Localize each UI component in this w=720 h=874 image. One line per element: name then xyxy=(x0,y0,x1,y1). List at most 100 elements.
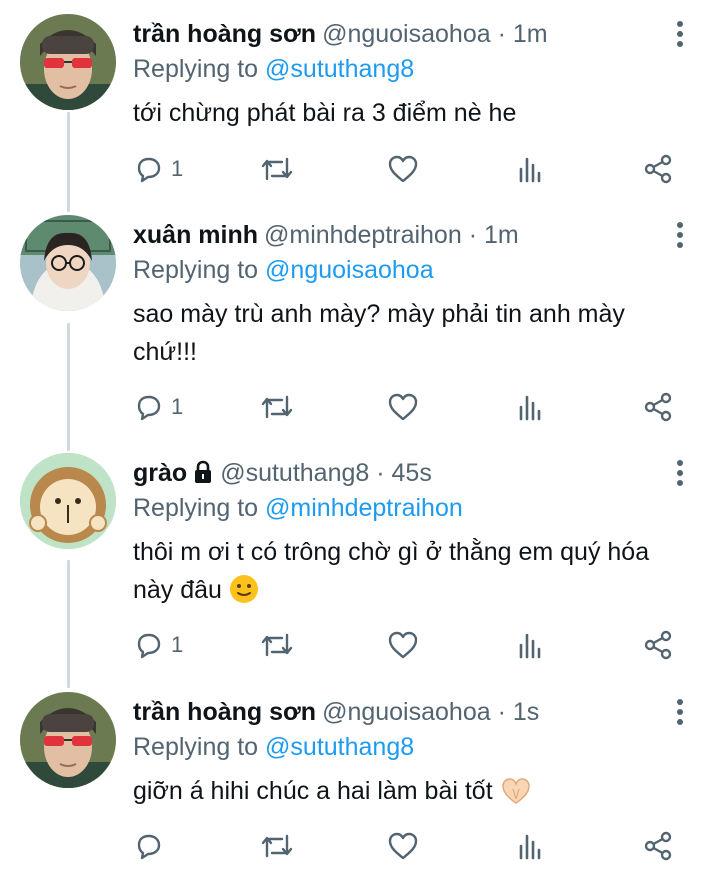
reply-icon xyxy=(137,633,161,659)
user-handle[interactable]: @nguoisaohoa xyxy=(322,698,491,726)
reply-count: 1 xyxy=(171,156,184,181)
reply-icon xyxy=(137,395,161,421)
heart-icon xyxy=(388,631,418,659)
reply-icon xyxy=(137,834,161,860)
separator: · xyxy=(497,698,506,726)
separator: · xyxy=(376,459,385,487)
replying-to: Replying to @sututhang8 xyxy=(133,729,414,765)
lock-icon xyxy=(195,460,212,483)
like-button[interactable] xyxy=(387,149,419,189)
heart-icon xyxy=(388,393,418,421)
analytics-button[interactable] xyxy=(518,149,544,189)
more-vertical-icon[interactable] xyxy=(670,457,690,489)
tweet-actions: 1 xyxy=(133,149,678,189)
replying-to: Replying to @nguoisaohoa xyxy=(133,252,434,288)
replying-label: Replying to xyxy=(133,55,266,83)
retweet-button[interactable] xyxy=(260,149,294,189)
display-name[interactable]: trần hoàng sơn xyxy=(133,20,316,48)
tweet-header: grào @sututhang8 · 45s xyxy=(133,453,660,493)
slightly-smiling-emoji-icon xyxy=(229,575,258,603)
reply-button[interactable] xyxy=(133,826,171,866)
heart-icon xyxy=(388,832,418,860)
retweet-button[interactable] xyxy=(260,826,294,866)
analytics-button[interactable] xyxy=(518,625,544,665)
share-icon xyxy=(644,630,672,660)
retweet-icon xyxy=(261,834,293,858)
tweet-text: giỡn á hihi chúc a hai làm bài tốt xyxy=(133,772,693,810)
reply-count: 1 xyxy=(171,394,184,419)
replying-handle[interactable]: @sututhang8 xyxy=(265,55,414,83)
share-button[interactable] xyxy=(643,149,673,189)
timestamp[interactable]: 1m xyxy=(484,221,519,249)
tweet-header: trần hoàng sơn @nguoisaohoa · 1m xyxy=(133,14,660,54)
analytics-icon xyxy=(519,395,541,421)
avatar[interactable] xyxy=(20,14,116,110)
tweet-text: sao mày trù anh mày? mày phải tin anh mà… xyxy=(133,295,693,371)
display-name[interactable]: xuân minh xyxy=(133,221,258,249)
retweet-button[interactable] xyxy=(260,387,294,427)
share-icon xyxy=(644,392,672,422)
retweet-icon xyxy=(261,633,293,657)
retweet-icon xyxy=(261,395,293,419)
display-name[interactable]: trần hoàng sơn xyxy=(133,698,316,726)
like-button[interactable] xyxy=(387,826,419,866)
tweet-actions: 1 xyxy=(133,625,678,665)
replying-to: Replying to @sututhang8 xyxy=(133,51,414,87)
reply-count: 1 xyxy=(171,632,184,657)
more-vertical-icon[interactable] xyxy=(670,219,690,251)
avatar[interactable] xyxy=(20,453,116,549)
more-vertical-icon[interactable] xyxy=(670,696,690,728)
avatar[interactable] xyxy=(20,215,116,311)
analytics-button[interactable] xyxy=(518,387,544,427)
reply-button[interactable]: 1 xyxy=(133,149,183,189)
retweet-icon xyxy=(261,157,293,181)
share-icon xyxy=(644,154,672,184)
separator: · xyxy=(497,20,506,48)
more-vertical-icon[interactable] xyxy=(670,18,690,50)
replying-to: Replying to @minhdeptraihon xyxy=(133,490,463,526)
tweet[interactable]: trần hoàng sơn @nguoisaohoa · 1m Replying… xyxy=(0,14,720,204)
user-handle[interactable]: @minhdeptraihon xyxy=(264,221,462,249)
tweet-header: xuân minh @minhdeptraihon · 1m xyxy=(133,215,660,255)
tweet[interactable]: trần hoàng sơn @nguoisaohoa · 1s Replying… xyxy=(0,692,720,874)
tweet-actions: 1 xyxy=(133,387,678,427)
tweet-text-line: giỡn á hihi chúc a hai làm bài tốt xyxy=(133,777,493,805)
like-button[interactable] xyxy=(387,387,419,427)
user-handle[interactable]: @nguoisaohoa xyxy=(322,20,491,48)
tweet-text: thôi m ơi t có trông chờ gì ở thằng em q… xyxy=(133,533,693,609)
replying-label: Replying to xyxy=(133,494,266,522)
timestamp[interactable]: 45s xyxy=(392,459,432,487)
tweet-text-line: chứ!!! xyxy=(133,338,197,366)
avatar[interactable] xyxy=(20,692,116,788)
share-button[interactable] xyxy=(643,387,673,427)
tweet-text: tới chừng phát bài ra 3 điểm nè he xyxy=(133,99,517,127)
replying-handle[interactable]: @sututhang8 xyxy=(265,733,414,761)
user-handle[interactable]: @sututhang8 xyxy=(220,459,369,487)
replying-label: Replying to xyxy=(133,256,266,284)
tweet[interactable]: grào @sututhang8 · 45s Replying to @minhd… xyxy=(0,453,720,673)
share-button[interactable] xyxy=(643,826,673,866)
reply-icon xyxy=(137,157,161,183)
separator: · xyxy=(468,221,478,249)
analytics-icon xyxy=(519,157,541,183)
tweet-text-line: này đâu xyxy=(133,576,222,604)
share-button[interactable] xyxy=(643,625,673,665)
retweet-button[interactable] xyxy=(260,625,294,665)
analytics-icon xyxy=(519,834,541,860)
tweet-text-line: sao mày trù anh mày? mày phải tin anh mà… xyxy=(133,300,625,328)
replying-handle[interactable]: @minhdeptraihon xyxy=(265,494,463,522)
reply-button[interactable]: 1 xyxy=(133,625,183,665)
tweet[interactable]: xuân minh @minhdeptraihon · 1m Replying t… xyxy=(0,215,720,435)
analytics-button[interactable] xyxy=(518,826,544,866)
timestamp[interactable]: 1m xyxy=(513,20,548,48)
heart-icon xyxy=(388,155,418,183)
reply-button[interactable]: 1 xyxy=(133,387,183,427)
share-icon xyxy=(644,831,672,861)
tweet-header: trần hoàng sơn @nguoisaohoa · 1s xyxy=(133,692,660,732)
display-name[interactable]: grào xyxy=(133,459,187,487)
replying-label: Replying to xyxy=(133,733,266,761)
like-button[interactable] xyxy=(387,625,419,665)
replying-handle[interactable]: @nguoisaohoa xyxy=(265,256,434,284)
timestamp[interactable]: 1s xyxy=(513,698,539,726)
analytics-icon xyxy=(519,633,541,659)
